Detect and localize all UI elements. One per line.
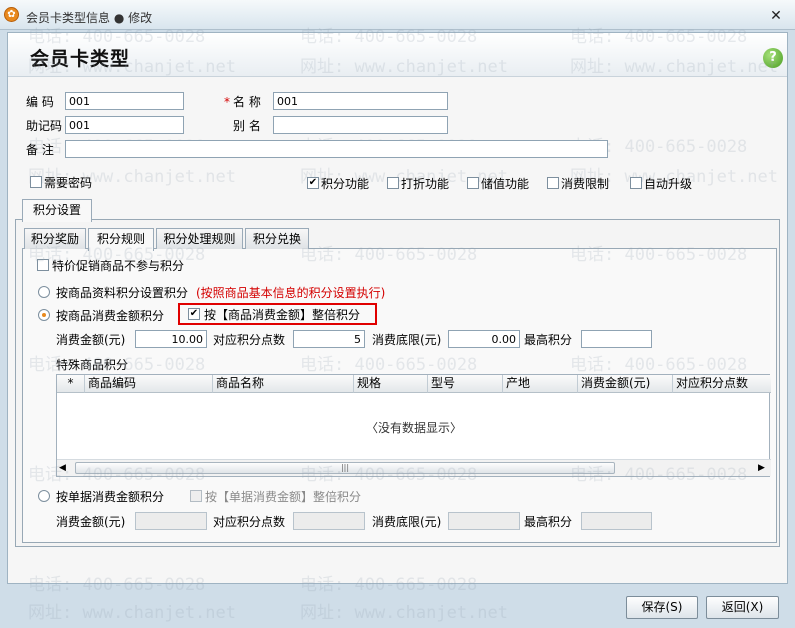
special-goods-label: 特殊商品积分: [56, 358, 129, 372]
grid-empty-message: 〈没有数据显示〉: [365, 421, 462, 435]
tab-points-processing[interactable]: 积分处理规则: [156, 228, 243, 249]
points-count-input[interactable]: [293, 330, 365, 348]
grid-header-model[interactable]: 型号: [428, 375, 503, 393]
stored-value-label: 储值功能: [481, 177, 530, 191]
watermark-site: 网址: www.chanjet.net: [28, 603, 236, 623]
special-goods-grid[interactable]: * 商品编码 商品名称 规格 型号 产地 消费金额(元) 对应积分点数 〈没有数…: [56, 374, 771, 477]
scroll-right-icon[interactable]: ▶: [758, 463, 765, 473]
mnemonic-input[interactable]: [65, 116, 184, 134]
code-label: 编 码: [26, 95, 54, 109]
code-input[interactable]: [65, 92, 184, 110]
points-function-label: 积分功能: [321, 177, 370, 191]
back-button[interactable]: 返回(X): [706, 596, 779, 619]
remark-input[interactable]: [65, 140, 608, 158]
grid-header-goods-code[interactable]: 商品编码: [85, 375, 213, 393]
alias-label: 别 名: [233, 119, 261, 133]
goods-whole-multiple-label: 按【商品消费金额】整倍积分: [204, 308, 361, 322]
page-title: 会员卡类型: [30, 48, 131, 70]
grid-header-marker: *: [57, 375, 85, 393]
by-goods-info-label: 按商品资料积分设置积分: [56, 286, 189, 300]
need-password-checkbox[interactable]: [30, 176, 42, 188]
auto-upgrade-label: 自动升级: [644, 177, 693, 191]
by-goods-info-radio[interactable]: [38, 286, 50, 298]
max-points-input[interactable]: [581, 330, 652, 348]
min-amount-label: 消费底限(元): [372, 333, 442, 347]
bill-amount-input[interactable]: [135, 512, 207, 530]
name-input[interactable]: [273, 92, 448, 110]
consume-limit-checkbox[interactable]: [547, 177, 559, 189]
stored-value-checkbox[interactable]: [467, 177, 479, 189]
promo-exclude-label: 特价促销商品不参与积分: [52, 259, 185, 273]
tab-points-exchange[interactable]: 积分兑换: [245, 228, 309, 249]
bill-min-amount-label: 消费底限(元): [372, 515, 442, 529]
window-title: 会员卡类型信息 ● 修改: [26, 11, 153, 25]
max-points-label: 最高积分: [524, 333, 573, 347]
grid-header-origin[interactable]: 产地: [503, 375, 578, 393]
remark-label: 备 注: [26, 143, 54, 157]
consume-limit-label: 消费限制: [561, 177, 610, 191]
min-amount-input[interactable]: [448, 330, 520, 348]
by-goods-amount-label: 按商品消费金额积分: [56, 309, 165, 323]
close-icon[interactable]: ✕: [768, 9, 784, 23]
tab-points-settings[interactable]: 积分设置: [22, 199, 92, 222]
grid-header-points[interactable]: 对应积分点数: [673, 375, 771, 393]
bill-whole-multiple-label: 按【单据消费金额】整倍积分: [205, 490, 362, 504]
app-logo-icon: ✿: [4, 7, 19, 22]
bill-points-label: 对应积分点数: [213, 515, 286, 529]
auto-upgrade-checkbox[interactable]: [630, 177, 642, 189]
bill-whole-multiple-checkbox[interactable]: [190, 490, 202, 502]
name-label: 名 称: [233, 95, 261, 109]
grid-header-consume-amount[interactable]: 消费金额(元): [578, 375, 673, 393]
grid-header-spec[interactable]: 规格: [354, 375, 428, 393]
save-button[interactable]: 保存(S): [626, 596, 698, 619]
tab-points-rules[interactable]: 积分规则: [88, 228, 154, 251]
by-bill-amount-label: 按单据消费金额积分: [56, 490, 165, 504]
points-function-checkbox[interactable]: ✔: [307, 177, 319, 189]
points-count-label: 对应积分点数: [213, 333, 286, 347]
tab-points-reward[interactable]: 积分奖励: [24, 228, 86, 249]
alias-input[interactable]: [273, 116, 448, 134]
grid-header-goods-name[interactable]: 商品名称: [213, 375, 354, 393]
need-password-label: 需要密码: [44, 176, 93, 190]
amount-label: 消费金额(元): [56, 333, 126, 347]
discount-function-label: 打折功能: [401, 177, 450, 191]
bill-min-amount-input[interactable]: [448, 512, 520, 530]
mnemonic-label: 助记码: [26, 119, 63, 133]
scroll-left-icon[interactable]: ◀: [59, 463, 66, 473]
bill-points-input[interactable]: [293, 512, 365, 530]
goods-whole-multiple-checkbox[interactable]: ✔: [188, 308, 200, 320]
bill-amount-label: 消费金额(元): [56, 515, 126, 529]
grid-horizontal-scrollbar[interactable]: ◀ ||| ▶: [57, 459, 771, 476]
amount-input[interactable]: [135, 330, 207, 348]
by-bill-amount-radio[interactable]: [38, 490, 50, 502]
by-goods-info-hint: (按照商品基本信息的积分设置执行): [196, 286, 386, 300]
required-mark: *: [224, 95, 230, 109]
scrollbar-thumb[interactable]: |||: [75, 462, 615, 474]
promo-exclude-checkbox[interactable]: [37, 259, 49, 271]
bill-max-points-label: 最高积分: [524, 515, 573, 529]
help-icon[interactable]: ?: [763, 48, 783, 68]
watermark-site: 网址: www.chanjet.net: [300, 603, 508, 623]
by-goods-amount-radio[interactable]: [38, 309, 50, 321]
bill-max-points-input[interactable]: [581, 512, 652, 530]
discount-function-checkbox[interactable]: [387, 177, 399, 189]
